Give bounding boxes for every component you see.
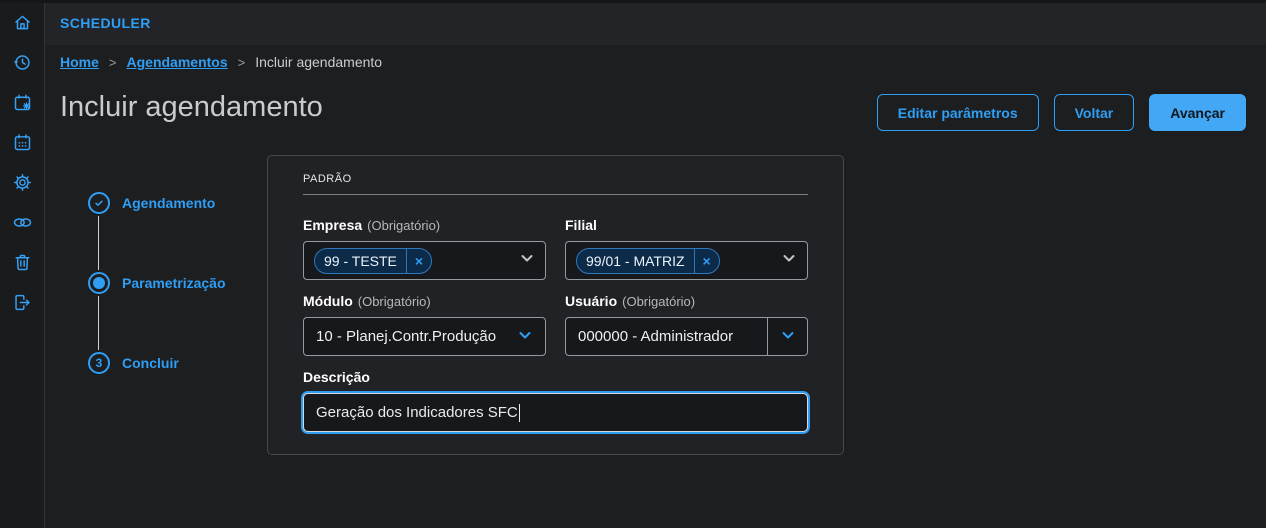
breadcrumb-link-agendamentos[interactable]: Agendamentos	[127, 54, 228, 70]
form-card: PADRÃO Empresa(Obrigatório) 99 - TESTE ×	[267, 155, 844, 455]
tag-label: 99/01 - MATRIZ	[577, 253, 694, 269]
usuario-dropdown-button[interactable]	[767, 318, 807, 355]
tag-remove-icon[interactable]: ×	[694, 249, 719, 273]
descricao-value: Geração dos Indicadores SFC	[316, 404, 518, 421]
modulo-select[interactable]: 10 - Planej.Contr.Produção	[303, 317, 546, 356]
descricao-input[interactable]: Geração dos Indicadores SFC	[303, 393, 808, 432]
settings-gear-icon[interactable]	[0, 162, 44, 202]
step-connector	[98, 296, 99, 350]
edit-params-button[interactable]: Editar parâmetros	[877, 94, 1039, 131]
trash-icon[interactable]	[0, 242, 44, 282]
required-hint: (Obrigatório)	[367, 218, 440, 233]
step-label: Parametrização	[122, 275, 226, 291]
tag-label: 99 - TESTE	[315, 253, 406, 269]
next-button[interactable]: Avançar	[1149, 94, 1246, 131]
window-top-edge	[0, 0, 1266, 3]
field-label-empresa: Empresa(Obrigatório)	[303, 217, 546, 233]
page-title: Incluir agendamento	[60, 91, 323, 124]
empresa-multiselect[interactable]: 99 - TESTE ×	[303, 241, 546, 280]
back-button[interactable]: Voltar	[1054, 94, 1135, 131]
step-label: Concluir	[122, 355, 179, 371]
breadcrumb-separator: >	[238, 55, 246, 70]
empresa-tag: 99 - TESTE ×	[314, 248, 432, 274]
calendar-icon[interactable]	[0, 122, 44, 162]
field-usuario: Usuário(Obrigatório) 000000 - Administra…	[565, 293, 808, 356]
usuario-value: 000000 - Administrador	[566, 328, 745, 345]
logout-icon[interactable]	[0, 282, 44, 322]
field-filial: Filial 99/01 - MATRIZ ×	[565, 217, 808, 280]
sidebar	[0, 0, 45, 528]
breadcrumb-link-home[interactable]: Home	[60, 54, 99, 70]
filial-multiselect[interactable]: 99/01 - MATRIZ ×	[565, 241, 808, 280]
field-label-modulo: Módulo(Obrigatório)	[303, 293, 546, 309]
breadcrumb-current: Incluir agendamento	[255, 54, 382, 70]
app-title: SCHEDULER	[60, 15, 151, 31]
modulo-value: 10 - Planej.Contr.Produção	[316, 328, 496, 345]
chevron-down-icon	[781, 250, 797, 271]
step-done-circle	[88, 192, 110, 214]
chevron-down-icon	[780, 327, 796, 347]
step-todo-circle: 3	[88, 352, 110, 374]
step-label: Agendamento	[122, 195, 215, 211]
required-hint: (Obrigatório)	[358, 294, 431, 309]
field-descricao: Descrição Geração dos Indicadores SFC	[303, 369, 808, 432]
chevron-down-icon	[517, 327, 533, 347]
active-dot	[93, 277, 105, 289]
history-icon[interactable]	[0, 42, 44, 82]
check-icon	[93, 197, 105, 209]
field-label-filial: Filial	[565, 217, 808, 233]
step-active-circle	[88, 272, 110, 294]
filial-tag: 99/01 - MATRIZ ×	[576, 248, 720, 274]
field-modulo: Módulo(Obrigatório) 10 - Planej.Contr.Pr…	[303, 293, 546, 356]
step-agendamento[interactable]: Agendamento	[88, 192, 215, 214]
step-connector	[98, 216, 99, 270]
wizard-stepper: Agendamento Parametrização 3 Concluir	[88, 192, 268, 392]
step-number: 3	[96, 356, 103, 370]
field-label-descricao: Descrição	[303, 369, 808, 385]
field-empresa: Empresa(Obrigatório) 99 - TESTE ×	[303, 217, 546, 280]
required-hint: (Obrigatório)	[622, 294, 695, 309]
section-title: PADRÃO	[303, 156, 808, 185]
section-divider	[303, 194, 808, 195]
field-label-usuario: Usuário(Obrigatório)	[565, 293, 808, 309]
home-icon[interactable]	[0, 2, 44, 42]
text-cursor	[519, 404, 521, 422]
topbar: SCHEDULER	[45, 0, 1266, 45]
step-parametrizacao[interactable]: Parametrização	[88, 272, 226, 294]
tag-remove-icon[interactable]: ×	[406, 249, 431, 273]
chevron-down-icon	[519, 250, 535, 271]
breadcrumb: Home > Agendamentos > Incluir agendament…	[60, 54, 382, 70]
link-icon[interactable]	[0, 202, 44, 242]
usuario-combo[interactable]: 000000 - Administrador	[565, 317, 808, 356]
schedule-settings-icon[interactable]	[0, 82, 44, 122]
action-buttons: Editar parâmetros Voltar Avançar	[877, 94, 1246, 131]
step-concluir[interactable]: 3 Concluir	[88, 352, 179, 374]
main-content: Home > Agendamentos > Incluir agendament…	[45, 45, 1266, 528]
breadcrumb-separator: >	[109, 55, 117, 70]
